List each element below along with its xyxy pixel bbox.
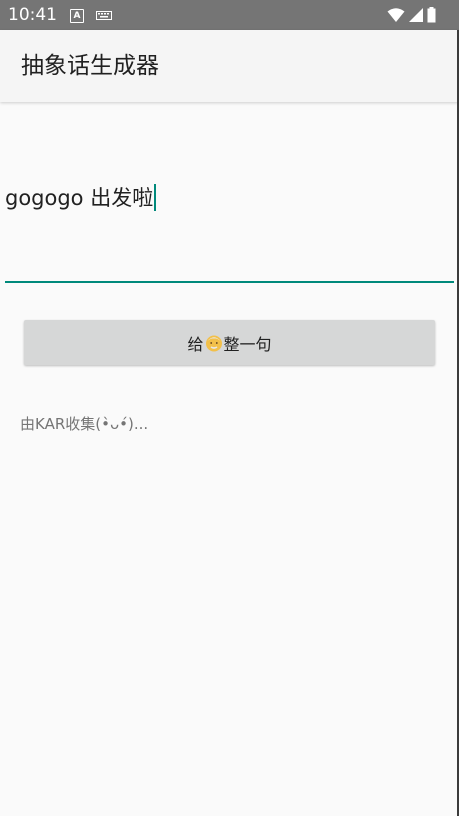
signal-icon	[409, 8, 423, 22]
status-time: 10:41	[8, 5, 57, 25]
input-value: gogogo 出发啦	[5, 186, 154, 210]
button-label-before: 给	[187, 334, 204, 354]
battery-icon	[427, 7, 436, 23]
app-screen: 10:41 A 抽象话生成器 gogogo 出发啦 给 整一句 由KAR收集(•…	[0, 0, 459, 816]
text-cursor	[154, 184, 157, 211]
wifi-icon	[387, 8, 405, 22]
app-bar: 抽象话生成器	[0, 30, 459, 102]
input-text[interactable]: gogogo 出发啦	[5, 184, 157, 212]
status-icons	[387, 7, 449, 23]
generate-sentence-button[interactable]: 给 整一句	[24, 320, 435, 365]
status-bar: 10:41 A	[0, 0, 459, 30]
keyboard-icon	[96, 11, 112, 20]
a-icon: A	[70, 9, 84, 23]
app-title: 抽象话生成器	[21, 53, 159, 79]
button-label-after: 整一句	[223, 334, 272, 354]
input-underline	[5, 281, 454, 283]
credit-text: 由KAR收集(•̀ᴗ•́)...	[20, 415, 149, 433]
old-man-face-icon	[205, 335, 222, 351]
text-input-field[interactable]: gogogo 出发啦	[5, 176, 454, 286]
